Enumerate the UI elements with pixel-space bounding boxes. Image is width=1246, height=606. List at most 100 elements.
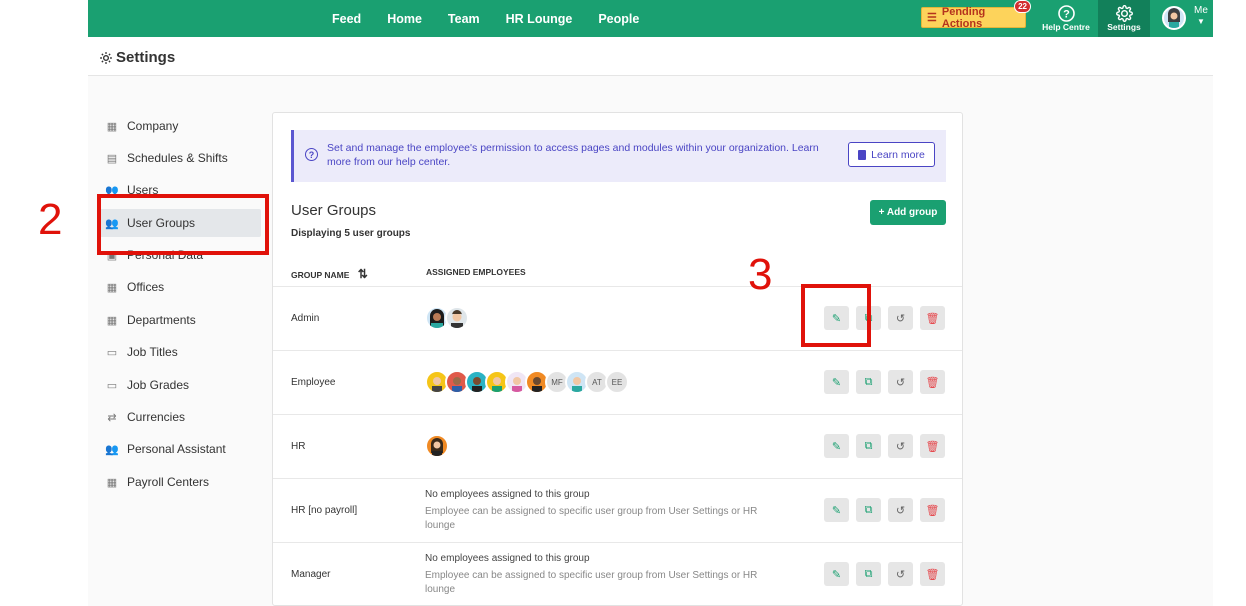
history-icon: ↺ bbox=[895, 376, 906, 389]
sidebar-item-label: Company bbox=[127, 119, 179, 133]
settings-button[interactable]: Settings bbox=[1098, 0, 1150, 37]
copy-icon: ⧉ bbox=[864, 567, 873, 580]
row-actions: ✎ ⧉ ↺ 🗑 bbox=[824, 370, 945, 394]
exchange-icon: ⇄ bbox=[107, 411, 117, 424]
briefcase-icon: ▭ bbox=[106, 379, 118, 392]
gear-icon bbox=[100, 51, 112, 64]
sidebar-item-schedules[interactable]: ▤ Schedules & Shifts bbox=[106, 144, 228, 172]
edit-button[interactable]: ✎ bbox=[824, 498, 849, 522]
trash-icon: 🗑 bbox=[925, 312, 940, 325]
row-actions: ✎ ⧉ ↺ 🗑 bbox=[824, 562, 945, 586]
gear-icon bbox=[1115, 5, 1133, 22]
delete-button[interactable]: 🗑 bbox=[920, 306, 945, 330]
sidebar-item-label: Currencies bbox=[127, 410, 186, 424]
nav-people[interactable]: People bbox=[598, 12, 639, 26]
trash-icon: 🗑 bbox=[925, 440, 940, 453]
group-name: HR [no payroll] bbox=[291, 505, 358, 516]
empty-title: No employees assigned to this group bbox=[425, 489, 590, 500]
empty-title: No employees assigned to this group bbox=[425, 553, 590, 564]
sidebar-item-label: Departments bbox=[127, 313, 196, 327]
nav-team[interactable]: Team bbox=[448, 12, 480, 26]
add-group-button[interactable]: + Add group bbox=[870, 200, 946, 225]
help-centre-button[interactable]: ? Help Centre bbox=[1040, 0, 1092, 37]
annotation-box-user-groups bbox=[97, 194, 269, 255]
settings-label: Settings bbox=[1107, 22, 1141, 32]
sidebar-item-label: Schedules & Shifts bbox=[127, 151, 228, 165]
history-button[interactable]: ↺ bbox=[888, 562, 913, 586]
pending-count-badge: 22 bbox=[1014, 0, 1031, 13]
group-name: Employee bbox=[291, 377, 336, 388]
group-name: Manager bbox=[291, 569, 331, 580]
group-name: HR bbox=[291, 441, 306, 452]
top-navigation-bar: Feed Home Team HR Lounge People ☰ Pendin… bbox=[88, 0, 1213, 37]
sort-icon[interactable]: ⇅ bbox=[358, 267, 368, 281]
history-button[interactable]: ↺ bbox=[888, 306, 913, 330]
copy-icon: ⧉ bbox=[864, 375, 873, 388]
empty-hint: Employee can be assigned to specific use… bbox=[425, 570, 758, 595]
history-button[interactable]: ↺ bbox=[888, 498, 913, 522]
pending-actions-label: Pending Actions bbox=[941, 5, 986, 30]
column-header-label: GROUP NAME bbox=[291, 270, 350, 280]
page-title-text: Settings bbox=[116, 49, 176, 66]
learn-more-button[interactable]: Learn more bbox=[848, 142, 935, 167]
row-actions: ✎ ⧉ ↺ 🗑 bbox=[824, 498, 945, 522]
sidebar-item-label: Job Grades bbox=[127, 378, 190, 392]
user-groups-card: ? Set and manage the employee's permissi… bbox=[272, 112, 963, 606]
history-icon: ↺ bbox=[895, 504, 906, 517]
sidebar-item-label: Personal Assistant bbox=[127, 442, 226, 456]
duplicate-button[interactable]: ⧉ bbox=[856, 498, 881, 522]
trash-icon: 🗑 bbox=[925, 568, 940, 581]
column-header-group-name[interactable]: GROUP NAME ⇅ bbox=[291, 267, 368, 281]
nav-home[interactable]: Home bbox=[387, 12, 422, 26]
duplicate-button[interactable]: ⧉ bbox=[856, 434, 881, 458]
building-icon: ▦ bbox=[106, 120, 118, 133]
avatar-initials: EE bbox=[605, 370, 629, 394]
user-menu[interactable]: Me ▼ bbox=[1160, 3, 1210, 34]
nav-feed[interactable]: Feed bbox=[332, 12, 361, 26]
copy-icon: ⧉ bbox=[864, 439, 873, 452]
briefcase-icon: ▭ bbox=[106, 346, 118, 359]
delete-button[interactable]: 🗑 bbox=[920, 434, 945, 458]
list-icon: ☰ bbox=[927, 12, 937, 24]
sidebar-item-personal-assistant[interactable]: 👥 Personal Assistant bbox=[105, 435, 226, 463]
sidebar-item-departments[interactable]: ▦ Departments bbox=[106, 306, 196, 334]
edit-button[interactable]: ✎ bbox=[824, 434, 849, 458]
pencil-icon: ✎ bbox=[831, 568, 842, 581]
edit-button[interactable]: ✎ bbox=[824, 562, 849, 586]
history-button[interactable]: ↺ bbox=[888, 434, 913, 458]
row-actions: ✎ ⧉ ↺ 🗑 bbox=[824, 434, 945, 458]
delete-button[interactable]: 🗑 bbox=[920, 370, 945, 394]
sidebar-item-payroll-centers[interactable]: ▦ Payroll Centers bbox=[106, 468, 209, 496]
sidebar-item-currencies[interactable]: ⇄ Currencies bbox=[106, 403, 185, 431]
trash-icon: 🗑 bbox=[925, 504, 940, 517]
sidebar-item-job-titles[interactable]: ▭ Job Titles bbox=[106, 338, 178, 366]
annotation-step-3: 3 bbox=[748, 250, 773, 299]
delete-button[interactable]: 🗑 bbox=[920, 498, 945, 522]
history-button[interactable]: ↺ bbox=[888, 370, 913, 394]
section-subtitle: Displaying 5 user groups bbox=[291, 228, 411, 239]
page-header: Settings bbox=[88, 37, 1213, 76]
sidebar-item-job-grades[interactable]: ▭ Job Grades bbox=[106, 371, 189, 399]
help-icon: ? bbox=[1057, 5, 1075, 22]
page-title: Settings bbox=[99, 49, 175, 66]
table-row: Manager No employees assigned to this gr… bbox=[273, 542, 962, 605]
assigned-avatars: MF AT EE bbox=[425, 370, 629, 394]
info-text: Set and manage the employee's permission… bbox=[327, 142, 819, 168]
pencil-icon: ✎ bbox=[831, 504, 842, 517]
assigned-avatars bbox=[425, 434, 449, 458]
duplicate-button[interactable]: ⧉ bbox=[856, 562, 881, 586]
avatar bbox=[445, 306, 469, 330]
duplicate-button[interactable]: ⧉ bbox=[856, 370, 881, 394]
column-header-assigned: ASSIGNED EMPLOYEES bbox=[426, 267, 526, 277]
chevron-down-icon: ▼ bbox=[1197, 17, 1205, 26]
sidebar-item-offices[interactable]: ▦ Offices bbox=[106, 273, 164, 301]
trash-icon: 🗑 bbox=[925, 376, 940, 389]
pending-actions-button[interactable]: ☰ Pending Actions 22 bbox=[921, 0, 1031, 30]
edit-button[interactable]: ✎ bbox=[824, 370, 849, 394]
nav-hr-lounge[interactable]: HR Lounge bbox=[506, 12, 573, 26]
main-nav: Feed Home Team HR Lounge People bbox=[332, 0, 639, 37]
book-icon bbox=[858, 149, 867, 160]
avatar bbox=[425, 434, 449, 458]
sidebar-item-company[interactable]: ▦ Company bbox=[106, 112, 179, 140]
delete-button[interactable]: 🗑 bbox=[920, 562, 945, 586]
